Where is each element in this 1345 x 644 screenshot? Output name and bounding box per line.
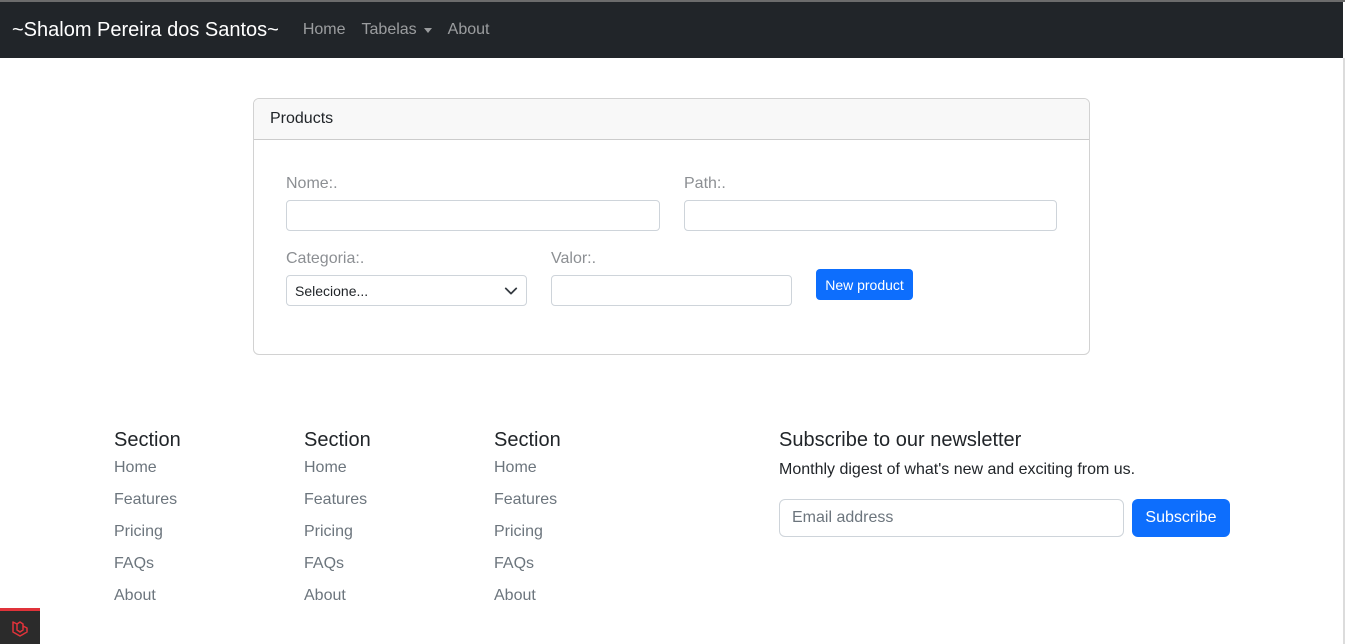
- nav-link-home[interactable]: Home: [303, 21, 346, 39]
- footer-link-home[interactable]: Home: [114, 458, 181, 490]
- nav-link-about[interactable]: About: [448, 21, 490, 39]
- laravel-logo-icon: [12, 620, 28, 637]
- footer-link-faqs[interactable]: FAQs: [114, 554, 181, 586]
- footer-link-pricing[interactable]: Pricing: [494, 522, 561, 554]
- footer-link-pricing[interactable]: Pricing: [114, 522, 181, 554]
- nav-dropdown-label: Tabelas: [361, 21, 417, 38]
- card-header: Products: [254, 99, 1089, 140]
- footer-link-about[interactable]: About: [494, 586, 561, 618]
- nome-label: Nome:.: [286, 175, 338, 192]
- newsletter-block: Subscribe to our newsletter Monthly dige…: [779, 428, 1239, 482]
- categoria-selected-value: Selecione...: [295, 282, 369, 299]
- footer-section-1: Section Home Features Pricing FAQs About: [114, 428, 181, 618]
- categoria-select[interactable]: Selecione...: [286, 275, 527, 306]
- footer-link-features[interactable]: Features: [114, 490, 181, 522]
- valor-label: Valor:.: [551, 250, 597, 267]
- categoria-label: Categoria:.: [286, 250, 365, 267]
- path-input[interactable]: [684, 200, 1057, 231]
- products-card: Products Nome:. Path:. Categoria:. Selec…: [253, 98, 1090, 355]
- footer-link-home[interactable]: Home: [494, 458, 561, 490]
- footer-section-heading: Section: [114, 429, 181, 451]
- navbar-brand[interactable]: ~Shalom Pereira dos Santos~: [12, 19, 279, 42]
- footer-link-features[interactable]: Features: [494, 490, 561, 522]
- footer-link-features[interactable]: Features: [304, 490, 371, 522]
- newsletter-title: Subscribe to our newsletter: [779, 429, 1022, 451]
- footer-section-3: Section Home Features Pricing FAQs About: [494, 428, 561, 618]
- debugbar-toggle[interactable]: [0, 608, 40, 644]
- footer-link-faqs[interactable]: FAQs: [304, 554, 371, 586]
- footer-link-about[interactable]: About: [304, 586, 371, 618]
- card-title: Products: [270, 110, 334, 127]
- footer-link-pricing[interactable]: Pricing: [304, 522, 371, 554]
- path-label: Path:.: [684, 175, 726, 192]
- nome-input[interactable]: [286, 200, 660, 231]
- footer-section-2: Section Home Features Pricing FAQs About: [304, 428, 371, 618]
- chevron-down-icon: [504, 287, 518, 294]
- footer-link-about[interactable]: About: [114, 586, 181, 618]
- footer-section-heading: Section: [304, 429, 371, 451]
- footer-section-heading: Section: [494, 429, 561, 451]
- new-product-button[interactable]: New product: [816, 269, 913, 300]
- subscribe-button[interactable]: Subscribe: [1132, 499, 1230, 537]
- caret-down-icon: [423, 27, 432, 33]
- footer-link-home[interactable]: Home: [304, 458, 371, 490]
- footer-link-faqs[interactable]: FAQs: [494, 554, 561, 586]
- email-field[interactable]: [779, 499, 1124, 537]
- newsletter-description: Monthly digest of what's new and excitin…: [779, 461, 1136, 478]
- top-navbar: ~Shalom Pereira dos Santos~ Home Tabelas…: [0, 2, 1343, 58]
- nav-dropdown-tabelas[interactable]: Tabelas: [362, 21, 432, 39]
- valor-input[interactable]: [551, 275, 792, 306]
